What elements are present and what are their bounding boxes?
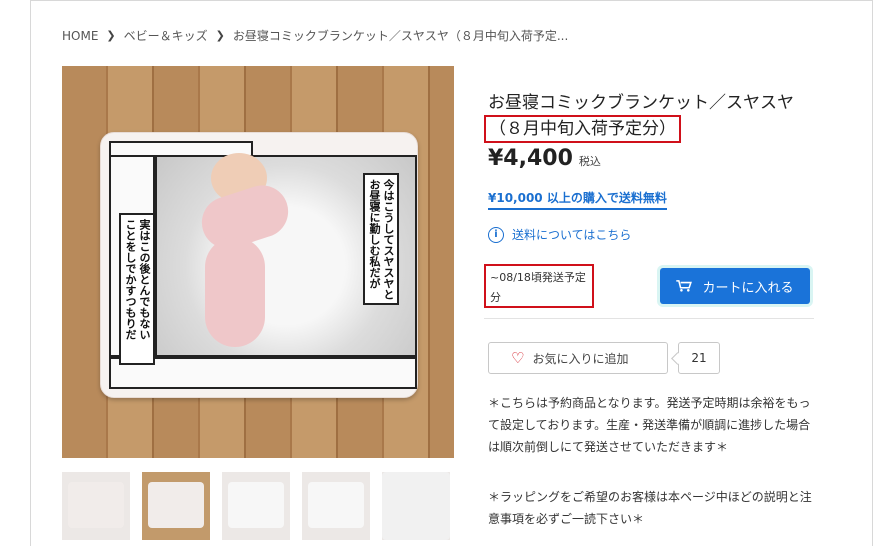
- thumbnail-1[interactable]: [62, 472, 130, 540]
- info-icon: i: [488, 226, 504, 243]
- thumbnail-3[interactable]: [222, 472, 290, 540]
- speech-bubble-right: 今はこうしてスヤスヤと お昼寝に勤しむ私だが: [363, 173, 399, 305]
- add-favorite-button[interactable]: ♡ お気に入りに追加: [488, 342, 668, 374]
- breadcrumb-home[interactable]: HOME: [62, 29, 98, 43]
- favorite-label: お気に入りに追加: [532, 351, 629, 366]
- ship-date-notice: ~08/18頃発送予定分: [484, 264, 594, 308]
- product-title: お昼寝コミックブランケット／スヤスヤ （８月中旬入荷予定分）: [484, 91, 818, 144]
- breadcrumb: HOME ❯ ベビー＆キッズ ❯ お昼寝コミックブランケット／スヤスヤ（８月中旬…: [62, 27, 568, 44]
- preorder-note: ＊こちらは予約商品となります。発送予定時期は余裕をもって設定しております。生産・…: [488, 396, 811, 454]
- thumbnail-2[interactable]: [142, 472, 210, 540]
- cart-icon: [676, 280, 693, 292]
- product-title-arrival-note: （８月中旬入荷予定分）: [484, 115, 681, 144]
- price-value: ¥4,400: [488, 146, 573, 171]
- shipping-info-label: 送料についてはこちら: [512, 228, 632, 242]
- blanket-image: 今はこうしてスヤスヤと お昼寝に勤しむ私だが 実はこの後とんでもない ことをしで…: [100, 132, 418, 398]
- thumbnail-4[interactable]: [302, 472, 370, 540]
- speech-bubble-left: 実はこの後とんでもない ことをしでかすつもりだ: [119, 213, 155, 365]
- thumbnail-5[interactable]: [382, 472, 450, 540]
- thumbnail-strip: [62, 472, 450, 540]
- chevron-right-icon: ❯: [106, 29, 116, 42]
- product-title-main: お昼寝コミックブランケット／スヤスヤ: [488, 93, 794, 114]
- comic-panel-bottom: [109, 357, 417, 389]
- shipping-info-link[interactable]: i 送料についてはこちら: [488, 226, 631, 243]
- favorite-count: 21: [678, 342, 720, 374]
- wrapping-note: ＊ラッピングをご希望のお客様は本ページ中ほどの説明と注意事項を必ずご一読下さい＊: [488, 490, 812, 526]
- product-main-image[interactable]: 今はこうしてスヤスヤと お昼寝に勤しむ私だが 実はこの後とんでもない ことをしで…: [62, 66, 454, 458]
- chevron-right-icon: ❯: [215, 29, 225, 42]
- free-shipping-notice: ¥10,000 以上の購入で送料無料: [488, 189, 667, 210]
- heart-icon: ♡: [511, 349, 525, 367]
- product-price: ¥4,400 税込: [488, 146, 601, 171]
- breadcrumb-current: お昼寝コミックブランケット／スヤスヤ（８月中旬入荷予定...: [232, 29, 569, 43]
- tax-label: 税込: [578, 155, 601, 168]
- add-to-cart-label: カートに入れる: [702, 280, 794, 296]
- baby-legs: [205, 237, 265, 347]
- add-to-cart-button[interactable]: カートに入れる: [660, 268, 810, 304]
- divider: [484, 318, 814, 319]
- breadcrumb-category[interactable]: ベビー＆キッズ: [124, 27, 208, 44]
